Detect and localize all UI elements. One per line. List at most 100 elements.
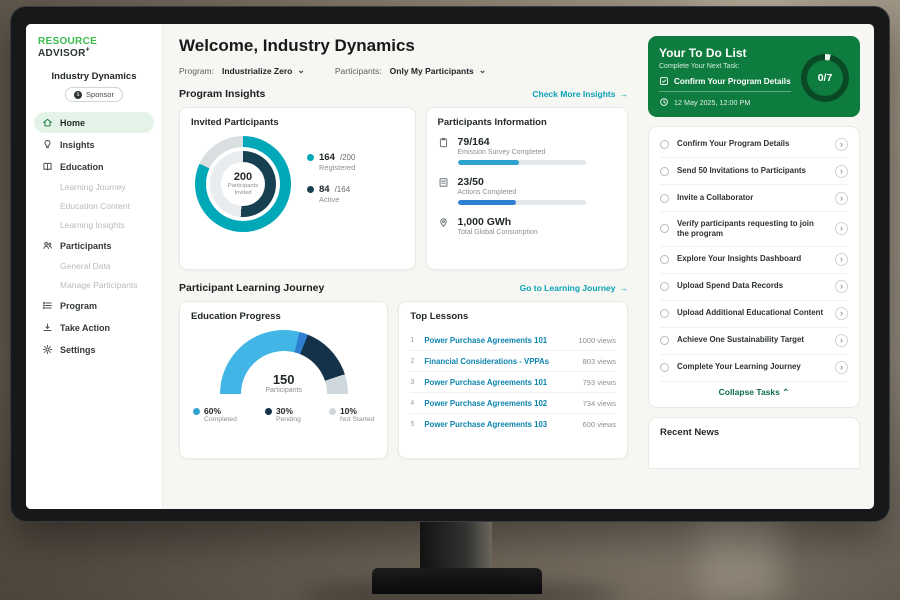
lesson-title-link[interactable]: Power Purchase Agreements 102 [424, 399, 575, 408]
go-to-learning-journey-link[interactable]: Go to Learning Journey → [520, 283, 628, 293]
lesson-row: 2 Financial Considerations - VPPAs 803 v… [410, 351, 616, 372]
main-content: Welcome, Industry Dynamics Program: Indu… [163, 24, 642, 509]
card-title: Participants Information [438, 117, 616, 128]
info-label: Total Global Consumption [458, 229, 538, 236]
info-value: 1,000 GWh [458, 216, 538, 228]
info-value: 23/50 [458, 176, 586, 188]
todo-progress-ring: 0/7 [801, 54, 849, 102]
chevron-right-icon[interactable]: › [835, 165, 848, 178]
sponsor-label: Sponsor [86, 90, 114, 99]
task-checkbox[interactable] [660, 224, 669, 233]
gauge-legend: 60%Completed 30%Pending 10%Not Started [191, 406, 376, 423]
actions-icon [438, 177, 449, 188]
chevron-right-icon[interactable]: › [835, 192, 848, 205]
sponsor-badge: s Sponsor [65, 87, 123, 102]
invited-participants-card: Invited Participants 200 Participants In… [179, 107, 416, 270]
program-filter-dropdown[interactable]: Industrialize Zero ⌄ [222, 65, 305, 76]
donut-legend: 164/200 Registered 84/164 Active [307, 152, 355, 216]
list-icon [42, 300, 53, 311]
chevron-right-icon[interactable]: › [835, 138, 848, 151]
donut-center-label: Participants Invited [221, 183, 265, 197]
lesson-rank: 2 [410, 358, 417, 365]
chevron-right-icon[interactable]: › [835, 361, 848, 374]
sidebar-item-manage-participants[interactable]: Manage Participants [34, 276, 154, 294]
participants-filter-dropdown[interactable]: Only My Participants ⌄ [390, 65, 487, 76]
sidebar: RESOURCE ADVISOR+ Industry Dynamics s Sp… [26, 24, 163, 509]
chevron-right-icon[interactable]: › [835, 253, 848, 266]
brand-resource: RESOURCE [38, 36, 97, 47]
todo-subtitle: Complete Your Next Task: [659, 63, 791, 70]
todo-panel: Your To Do List Complete Your Next Task:… [642, 24, 874, 509]
chevron-right-icon[interactable]: › [835, 334, 848, 347]
section-title-learning-journey: Participant Learning Journey [179, 282, 324, 294]
lesson-title-link[interactable]: Power Purchase Agreements 103 [424, 420, 575, 429]
info-label: Emission Survey Completed [458, 149, 586, 156]
sidebar-item-program[interactable]: Program [34, 295, 154, 316]
task-row-send-invitations[interactable]: Send 50 Invitations to Participants › [660, 158, 848, 185]
lesson-rank: 4 [410, 400, 417, 407]
recent-news-title: Recent News [660, 427, 848, 438]
task-checkbox[interactable] [660, 309, 669, 318]
survey-icon [438, 137, 449, 148]
task-row-upload-educational-content[interactable]: Upload Additional Educational Content › [660, 301, 848, 328]
collapse-caret-icon: ⌃ [782, 387, 789, 397]
program-filter-label: Program: [179, 66, 214, 76]
gauge-center-value: 150 [220, 372, 348, 387]
chevron-right-icon[interactable]: › [835, 307, 848, 320]
task-checkbox[interactable] [660, 255, 669, 264]
invited-participants-donut-chart: 200 Participants Invited [195, 136, 291, 232]
collapse-tasks-link[interactable]: Collapse Tasks ⌃ [660, 382, 848, 401]
sidebar-item-label: Take Action [60, 323, 110, 333]
sidebar-item-education[interactable]: Education [34, 156, 154, 177]
todo-summary-card: Your To Do List Complete Your Next Task:… [648, 36, 860, 117]
legend-dot-pending [265, 408, 272, 415]
lesson-title-link[interactable]: Power Purchase Agreements 101 [424, 378, 575, 387]
sidebar-item-insights[interactable]: Insights [34, 134, 154, 155]
next-task-row[interactable]: Confirm Your Program Details [659, 76, 791, 92]
task-row-confirm-program[interactable]: Confirm Your Program Details › [660, 131, 848, 158]
sidebar-item-take-action[interactable]: Take Action [34, 317, 154, 338]
task-row-achieve-sustainability-target[interactable]: Achieve One Sustainability Target › [660, 328, 848, 355]
monitor-stand [420, 522, 492, 570]
home-icon [42, 117, 53, 128]
sidebar-item-education-content[interactable]: Education Content [34, 197, 154, 215]
consumption-pin-icon [438, 217, 449, 228]
lightbulb-icon [42, 139, 53, 150]
task-checkbox[interactable] [660, 194, 669, 203]
task-checkbox[interactable] [660, 363, 669, 372]
legend-dot-completed [193, 408, 200, 415]
sidebar-item-learning-journey[interactable]: Learning Journey [34, 178, 154, 196]
lesson-title-link[interactable]: Financial Considerations - VPPAs [424, 357, 575, 366]
chevron-right-icon[interactable]: › [835, 222, 848, 235]
sidebar-item-learning-insights[interactable]: Learning Insights [34, 216, 154, 234]
checkbox-checked-icon [659, 76, 669, 86]
task-checkbox[interactable] [660, 167, 669, 176]
card-title: Invited Participants [191, 117, 404, 128]
task-row-invite-collaborator[interactable]: Invite a Collaborator › [660, 185, 848, 212]
task-checkbox[interactable] [660, 336, 669, 345]
lesson-title-link[interactable]: Power Purchase Agreements 101 [424, 336, 571, 345]
sidebar-item-home[interactable]: Home [34, 112, 154, 133]
sidebar-item-general-data[interactable]: General Data [34, 257, 154, 275]
sidebar-item-label: Participants [60, 241, 112, 251]
take-action-icon [42, 322, 53, 333]
page-title: Welcome, Industry Dynamics [179, 36, 628, 56]
task-row-explore-insights[interactable]: Explore Your Insights Dashboard › [660, 247, 848, 274]
lesson-views: 600 views [583, 420, 616, 429]
sidebar-item-participants[interactable]: Participants [34, 235, 154, 256]
todo-title: Your To Do List [659, 46, 791, 60]
task-checkbox[interactable] [660, 140, 669, 149]
info-label: Actions Completed [458, 189, 586, 196]
education-progress-card: Education Progress 150 Participants [179, 301, 388, 459]
sidebar-item-settings[interactable]: Settings [34, 339, 154, 360]
monitor-shadow [300, 584, 620, 600]
task-checkbox[interactable] [660, 282, 669, 291]
chevron-right-icon[interactable]: › [835, 280, 848, 293]
gauge-center-label: Participants [220, 387, 348, 394]
task-row-complete-learning-journey[interactable]: Complete Your Learning Journey › [660, 355, 848, 382]
book-icon [42, 161, 53, 172]
lesson-views: 803 views [583, 357, 616, 366]
task-row-upload-spend-data[interactable]: Upload Spend Data Records › [660, 274, 848, 301]
task-row-verify-participants[interactable]: Verify participants requesting to join t… [660, 212, 848, 247]
check-more-insights-link[interactable]: Check More Insights → [532, 89, 628, 99]
